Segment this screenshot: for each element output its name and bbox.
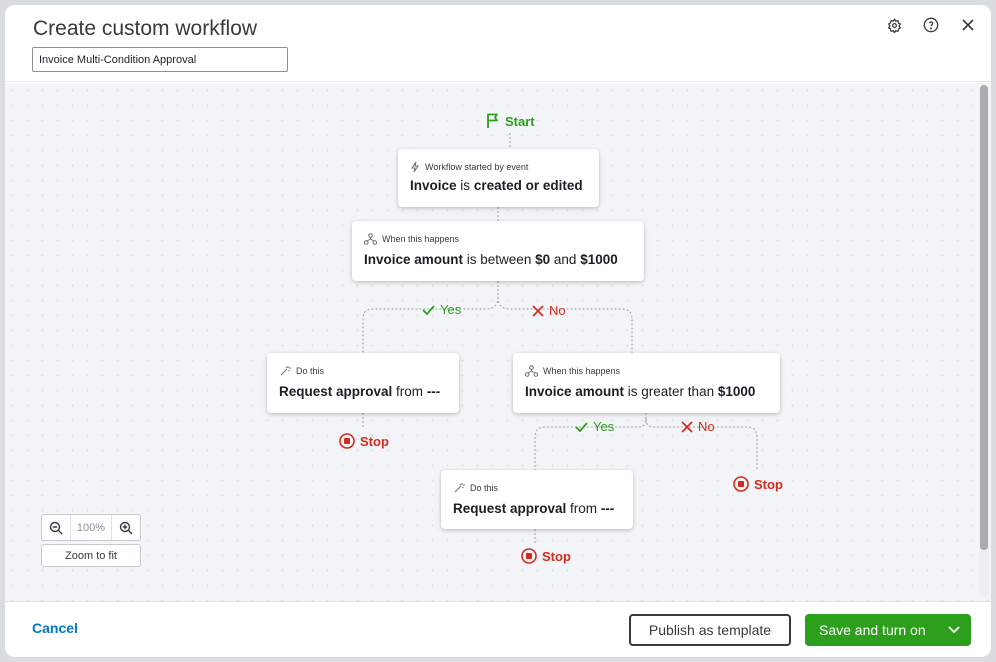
condition-card-2[interactable]: When this happens Invoice amount is grea… bbox=[513, 353, 780, 413]
stop-node-3: Stop bbox=[521, 548, 571, 564]
branch-icon bbox=[364, 233, 377, 245]
action-card-2[interactable]: Do this Request approval from --- bbox=[441, 470, 633, 529]
trigger-summary: Invoice is created or edited bbox=[410, 178, 583, 193]
flag-icon bbox=[487, 113, 498, 128]
action1-summary: Request approval from --- bbox=[279, 384, 441, 399]
check-icon bbox=[575, 421, 588, 432]
no-branch-label-2: No bbox=[681, 419, 715, 434]
zoom-level: 100% bbox=[70, 515, 112, 540]
condition2-head: When this happens bbox=[543, 366, 621, 376]
action1-head: Do this bbox=[296, 366, 325, 376]
check-icon bbox=[422, 304, 435, 315]
action2-head: Do this bbox=[470, 483, 499, 493]
zoom-to-fit-button[interactable]: Zoom to fit bbox=[41, 544, 141, 567]
zoom-out-button[interactable] bbox=[42, 515, 70, 540]
save-button-label: Save and turn on bbox=[819, 622, 926, 638]
zoom-in-button[interactable] bbox=[112, 515, 140, 540]
no-branch-label-1: No bbox=[532, 303, 566, 318]
yes-branch-label-2: Yes bbox=[575, 419, 614, 434]
publish-as-template-button[interactable]: Publish as template bbox=[629, 614, 791, 646]
trigger-card[interactable]: Workflow started by event Invoice is cre… bbox=[398, 149, 599, 207]
condition1-head: When this happens bbox=[382, 234, 460, 244]
zoom-controls: 100% bbox=[41, 514, 141, 541]
x-icon bbox=[532, 304, 544, 317]
condition-card-1[interactable]: When this happens Invoice amount is betw… bbox=[352, 221, 644, 281]
condition2-summary: Invoice amount is greater than $1000 bbox=[525, 384, 756, 399]
lightning-icon bbox=[411, 161, 419, 173]
magic-wand-icon bbox=[280, 366, 291, 376]
create-workflow-dialog: Create custom workflow Invoice Multi-Con… bbox=[5, 5, 991, 657]
cancel-link[interactable]: Cancel bbox=[32, 620, 78, 636]
yes-branch-label-1: Yes bbox=[422, 302, 461, 317]
stop-icon bbox=[339, 433, 355, 449]
stop-icon bbox=[733, 476, 749, 492]
action2-summary: Request approval from --- bbox=[453, 501, 615, 516]
stop-icon bbox=[521, 548, 537, 564]
zoom-out-icon bbox=[49, 521, 63, 534]
workflow-diagram: Start Workflow started by event Invoice … bbox=[5, 5, 991, 605]
action-card-1[interactable]: Do this Request approval from --- bbox=[267, 353, 459, 413]
start-node: Start bbox=[486, 113, 535, 129]
branch-icon bbox=[525, 365, 538, 377]
magic-wand-icon bbox=[454, 483, 465, 493]
stop-node-2: Stop bbox=[733, 476, 783, 492]
x-icon bbox=[681, 420, 693, 433]
zoom-in-icon bbox=[119, 521, 133, 534]
dialog-footer: Cancel Publish as template Save and turn… bbox=[5, 601, 991, 657]
stop-node-1: Stop bbox=[339, 433, 389, 449]
trigger-head: Workflow started by event bbox=[425, 162, 529, 172]
chevron-down-icon[interactable] bbox=[947, 622, 961, 636]
save-and-turn-on-button[interactable]: Save and turn on bbox=[805, 614, 971, 646]
condition1-summary: Invoice amount is between $0 and $1000 bbox=[364, 252, 618, 267]
